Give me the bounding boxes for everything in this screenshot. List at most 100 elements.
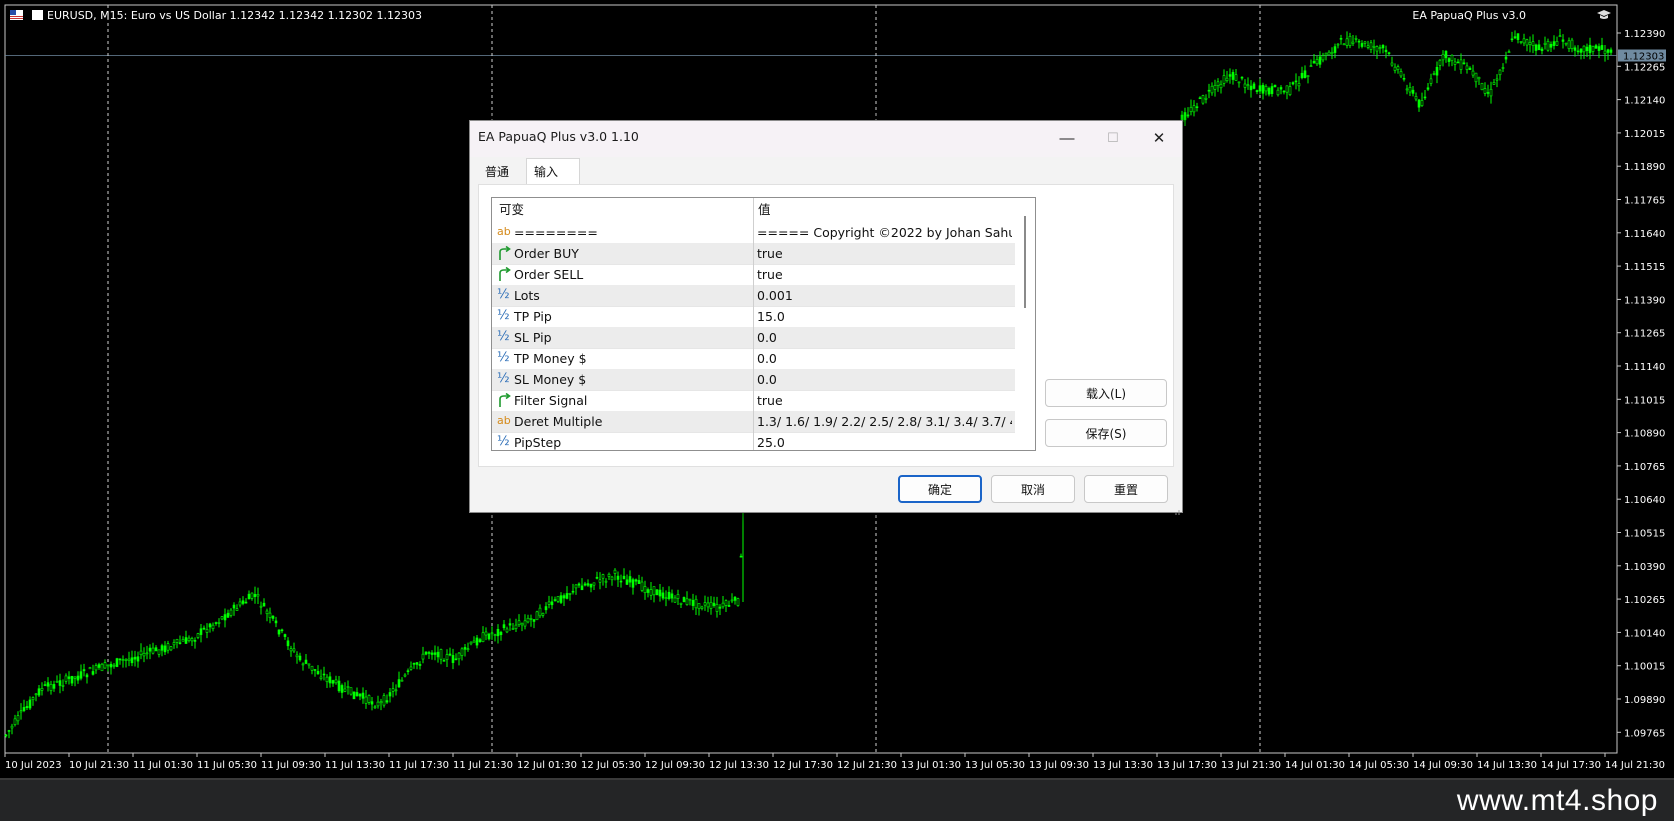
candle-body [1345,38,1349,46]
param-value[interactable]: 0.0 [757,369,1012,390]
ok-button[interactable]: 确定 [898,475,982,503]
param-value[interactable]: true [757,390,1012,411]
close-button[interactable]: ✕ [1136,121,1182,155]
candle-body [4,734,8,737]
param-value[interactable]: 15.0 [757,306,1012,327]
candle-body [1216,81,1220,86]
param-name: SL Money $ [514,372,587,387]
tab-general[interactable]: 普通 [478,160,526,184]
minimize-button[interactable]: — [1044,121,1090,155]
candle-body [1237,81,1241,84]
price-label: 1.10265 [1624,595,1665,606]
candle-body [1264,86,1268,92]
candle-body [1609,49,1613,53]
candle-body [463,647,467,650]
candle-body [586,583,590,586]
candle-body [679,602,683,605]
candle-body [1402,77,1406,80]
candle-body [1558,35,1562,38]
param-value[interactable]: ===== Copyright ©2022 by Johan Sahu... [757,222,1012,243]
candle-body [1312,61,1316,64]
param-name: SL Pip [514,330,552,345]
column-header-value[interactable]: 值 [758,198,771,222]
candle-body [346,686,350,688]
candle-body [430,652,434,655]
candle-body [1321,55,1325,61]
param-value[interactable]: 0.001 [757,285,1012,306]
graduation-hat-icon[interactable] [1596,9,1612,21]
time-label: 13 Jul 09:30 [1029,760,1089,771]
candle-body [1366,45,1370,48]
candle-body [94,665,98,671]
candle-body [523,620,527,627]
candle-body [1465,65,1469,70]
candle-body [1588,44,1592,54]
cancel-button[interactable]: 取消 [991,475,1075,503]
candle-body [439,649,443,660]
param-value[interactable]: 0.0 [757,348,1012,369]
time-label: 11 Jul 01:30 [133,760,193,771]
candle-body [697,603,701,609]
candle-body [550,601,554,606]
candle-body [574,584,578,589]
footer-bar [0,780,1674,821]
tab-inputs[interactable]: 输入 [526,158,580,184]
time-label: 13 Jul 05:30 [965,760,1025,771]
dialog-title-bar[interactable]: EA PapuaQ Plus v3.0 1.10 — ☐ ✕ [470,121,1182,157]
save-button[interactable]: 保存(S) [1045,419,1167,447]
param-value[interactable]: 1.3/ 1.6/ 1.9/ 2.2/ 2.5/ 2.8/ 3.1/ 3.4/ … [757,411,1012,432]
candle-body [1234,74,1238,81]
bool-arrow-icon [497,245,511,261]
candle-body [469,641,473,645]
candle-body [79,671,83,679]
string-type-icon: ab [497,414,511,427]
reset-button[interactable]: 重置 [1084,475,1168,503]
candle-body [379,701,383,704]
candle-body [658,589,662,597]
candle-body [508,623,512,626]
column-header-variable[interactable]: 可变 [499,198,524,222]
candle-body [1537,44,1541,51]
candle-body [64,675,68,682]
candle-body [163,645,167,653]
candle-body [1426,87,1430,90]
candle-body [664,597,668,600]
candle-body [649,589,653,596]
scroll-thumb[interactable] [1024,216,1026,308]
candle-body [244,601,248,604]
time-label: 10 Jul 2023 [5,760,62,771]
candle-body [1543,42,1547,45]
param-value[interactable]: 25.0 [757,432,1012,450]
candle-body [481,632,485,642]
maximize-button[interactable]: ☐ [1090,121,1136,155]
candle-body [646,589,650,593]
symbol-info: EURUSD, M15: Euro vs US Dollar 1.12342 1… [32,9,422,22]
candle-body [157,649,161,655]
candle-body [715,604,719,612]
candle-body [442,660,446,662]
load-button[interactable]: 载入(L) [1045,379,1167,407]
candle-body [295,654,299,658]
candle-body [1510,38,1514,41]
candle-body [1219,83,1223,89]
candle-body [1459,59,1463,70]
candle-body [1549,43,1553,48]
candle-body [292,648,296,652]
candle-body [373,706,377,709]
double-type-icon: ½ [497,287,510,302]
param-value[interactable]: 0.0 [757,327,1012,348]
resize-grip-icon[interactable] [1172,502,1180,515]
param-value[interactable]: true [757,243,1012,264]
candle-body [1477,76,1481,80]
column-separator[interactable] [753,198,754,450]
candle-body [1204,97,1208,100]
candle-body [1429,78,1433,84]
candle-body [1351,41,1355,44]
inputs-grid[interactable]: 可变 值 ab ======== ===== Copyright ©2022 by … [491,197,1036,451]
candle-body [694,598,698,609]
candle-body [1600,45,1604,50]
grid-scrollbar[interactable] [1017,198,1033,450]
candle-body [232,604,236,609]
candle-body [331,680,335,684]
param-value[interactable]: true [757,264,1012,285]
